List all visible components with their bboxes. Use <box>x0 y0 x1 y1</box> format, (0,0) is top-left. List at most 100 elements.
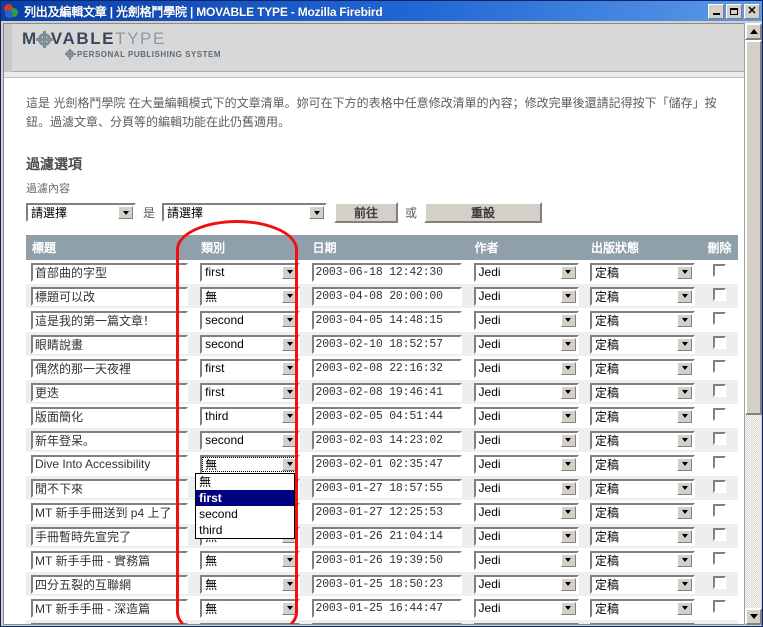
chevron-down-icon[interactable] <box>560 313 576 327</box>
column-header-status[interactable]: 出版狀態 <box>585 235 702 260</box>
title-input[interactable]: 四分五裂的互聯網 <box>31 574 188 594</box>
title-input[interactable]: 標題可以改 <box>31 286 188 306</box>
chevron-down-icon[interactable] <box>677 361 693 375</box>
title-input[interactable]: MT 新手手冊 - 實務篇 <box>31 550 188 570</box>
column-header-delete[interactable]: 刪除 <box>701 235 738 260</box>
delete-checkbox[interactable] <box>713 264 727 277</box>
author-select[interactable]: Jedi <box>473 478 579 498</box>
status-select[interactable]: 定稿 <box>590 478 696 498</box>
status-select[interactable]: 定稿 <box>590 550 696 570</box>
date-input[interactable]: 2003-02-10 18:52:57 <box>311 334 462 354</box>
date-input[interactable]: 2003-01-25 16:44:47 <box>311 598 462 618</box>
title-input[interactable]: 閒不下來 <box>31 478 188 498</box>
chevron-down-icon[interactable] <box>560 577 576 591</box>
author-select[interactable]: Jedi <box>473 334 579 354</box>
author-select[interactable]: Jedi <box>473 454 579 474</box>
chevron-down-icon[interactable] <box>282 265 298 279</box>
chevron-down-icon[interactable] <box>282 361 298 375</box>
delete-checkbox[interactable] <box>713 456 727 469</box>
scrollbar-thumb[interactable] <box>745 40 762 415</box>
scrollbar-track[interactable] <box>745 40 762 608</box>
dropdown-option[interactable]: first <box>196 490 295 506</box>
date-input[interactable]: 2003-02-03 14:23:02 <box>311 430 462 450</box>
chevron-down-icon[interactable] <box>677 457 693 471</box>
chevron-down-icon[interactable] <box>677 481 693 495</box>
status-select[interactable]: 定稿 <box>590 526 696 546</box>
delete-checkbox[interactable] <box>713 288 727 301</box>
column-header-title[interactable]: 標題 <box>26 235 196 260</box>
category-dropdown-list[interactable]: 無 first second third <box>195 473 296 539</box>
category-select[interactable]: first <box>200 358 301 378</box>
category-select[interactable]: second <box>200 430 301 450</box>
dropdown-option[interactable]: 無 <box>196 474 294 490</box>
chevron-down-icon[interactable] <box>282 337 298 351</box>
author-select[interactable]: Jedi <box>473 502 579 522</box>
delete-checkbox[interactable] <box>713 576 727 589</box>
status-select[interactable]: 定稿 <box>590 358 696 378</box>
status-select[interactable]: 定稿 <box>590 334 696 354</box>
author-select[interactable]: Jedi <box>473 262 579 282</box>
status-select[interactable]: 定稿 <box>590 502 696 522</box>
category-select[interactable]: 無 <box>200 550 301 570</box>
chevron-down-icon[interactable] <box>560 457 576 471</box>
title-input[interactable]: MT 新手手冊 - 整理篇 <box>31 622 188 624</box>
filter-field-select[interactable]: 請選擇 <box>26 203 136 222</box>
title-input[interactable]: 眼睛說畫 <box>31 334 188 354</box>
chevron-down-icon[interactable] <box>677 553 693 567</box>
category-select[interactable]: second <box>200 310 301 330</box>
date-input[interactable]: 2003-01-24 14:14:59 <box>311 622 462 624</box>
chevron-down-icon[interactable] <box>560 289 576 303</box>
date-input[interactable]: 2003-01-27 18:57:55 <box>311 478 462 498</box>
author-select[interactable]: Jedi <box>473 430 579 450</box>
title-input[interactable]: 首部曲的字型 <box>31 262 188 282</box>
chevron-down-icon[interactable] <box>677 265 693 279</box>
chevron-down-icon[interactable] <box>560 433 576 447</box>
status-select[interactable]: 定稿 <box>590 454 696 474</box>
chevron-down-icon[interactable] <box>677 289 693 303</box>
delete-checkbox[interactable] <box>713 336 727 349</box>
title-input[interactable]: Dive Into Accessibility <box>31 454 188 474</box>
chevron-down-icon[interactable] <box>677 313 693 327</box>
chevron-down-icon[interactable] <box>309 206 325 219</box>
chevron-down-icon[interactable] <box>677 409 693 423</box>
chevron-down-icon[interactable] <box>560 409 576 423</box>
date-input[interactable]: 2003-02-01 02:35:47 <box>311 454 462 474</box>
date-input[interactable]: 2003-06-18 12:42:30 <box>311 262 462 282</box>
status-select[interactable]: 定稿 <box>590 262 696 282</box>
chevron-down-icon[interactable] <box>677 505 693 519</box>
column-header-date[interactable]: 日期 <box>306 235 469 260</box>
delete-checkbox[interactable] <box>713 480 727 493</box>
chevron-down-icon[interactable] <box>677 385 693 399</box>
title-input[interactable]: MT 新手手冊送到 p4 上了 <box>31 502 188 522</box>
scroll-down-button[interactable] <box>745 608 762 625</box>
chevron-down-icon[interactable] <box>282 601 298 615</box>
category-select[interactable]: 無 <box>200 454 301 474</box>
title-input[interactable]: 更迭 <box>31 382 188 402</box>
date-input[interactable]: 2003-02-08 19:46:41 <box>311 382 462 402</box>
status-select[interactable]: 定稿 <box>590 574 696 594</box>
chevron-down-icon[interactable] <box>282 385 298 399</box>
chevron-down-icon[interactable] <box>560 601 576 615</box>
chevron-down-icon[interactable] <box>677 433 693 447</box>
author-select[interactable]: Jedi <box>473 286 579 306</box>
chevron-down-icon[interactable] <box>282 313 298 327</box>
author-select[interactable]: Jedi <box>473 574 579 594</box>
date-input[interactable]: 2003-04-08 20:00:00 <box>311 286 462 306</box>
date-input[interactable]: 2003-01-26 21:04:14 <box>311 526 462 546</box>
delete-checkbox[interactable] <box>713 408 727 421</box>
delete-checkbox[interactable] <box>713 384 727 397</box>
chevron-down-icon[interactable] <box>560 553 576 567</box>
category-select[interactable]: 無 <box>200 574 301 594</box>
category-select[interactable]: 無 <box>200 622 301 624</box>
chevron-down-icon[interactable] <box>282 289 298 303</box>
status-select[interactable]: 定稿 <box>590 382 696 402</box>
chevron-down-icon[interactable] <box>560 529 576 543</box>
chevron-down-icon[interactable] <box>560 337 576 351</box>
author-select[interactable]: Jedi <box>473 358 579 378</box>
reset-button[interactable]: 重設 <box>424 202 543 223</box>
date-input[interactable]: 2003-01-25 18:50:23 <box>311 574 462 594</box>
chevron-down-icon[interactable] <box>560 385 576 399</box>
category-select[interactable]: first <box>200 382 301 402</box>
close-button[interactable]: ✕ <box>744 3 760 19</box>
title-input[interactable]: 手冊暫時先宣完了 <box>31 526 188 546</box>
